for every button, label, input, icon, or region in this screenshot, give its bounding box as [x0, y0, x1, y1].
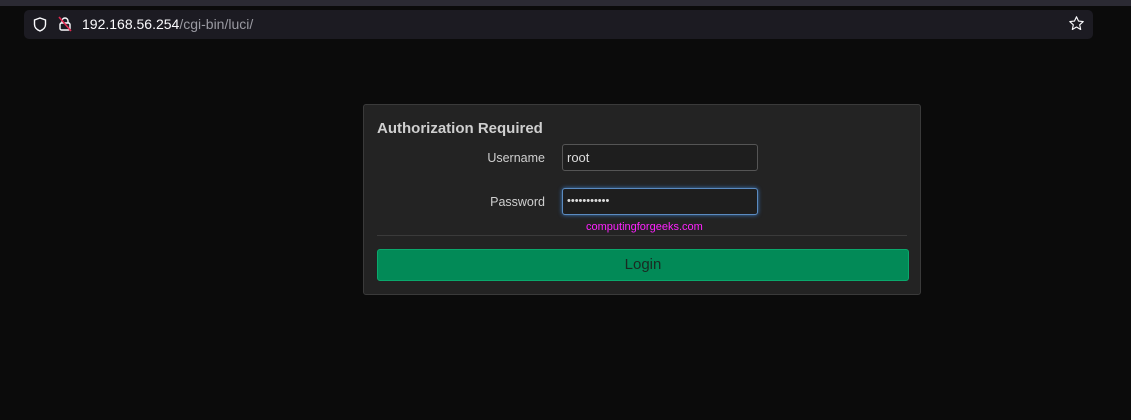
browser-tab-strip — [0, 0, 1131, 6]
url-host: 192.168.56.254 — [82, 16, 180, 32]
divider — [377, 235, 907, 236]
url-text[interactable]: 192.168.56.254/cgi-bin/luci/ — [82, 16, 253, 32]
username-label: Username — [487, 151, 545, 165]
watermark: computingforgeeks.com — [586, 221, 703, 233]
url-path: /cgi-bin/luci/ — [179, 16, 254, 32]
panel-title: Authorization Required — [377, 120, 543, 137]
password-label: Password — [490, 195, 545, 209]
insecure-lock-icon[interactable] — [58, 16, 72, 37]
star-icon[interactable] — [1068, 15, 1085, 37]
login-panel: Authorization Required Username root Pas… — [363, 104, 921, 295]
username-input[interactable]: root — [562, 144, 758, 171]
shield-icon[interactable] — [33, 17, 47, 37]
password-input[interactable]: ••••••••••• — [562, 188, 758, 215]
address-bar[interactable]: 192.168.56.254/cgi-bin/luci/ — [24, 10, 1093, 39]
login-button[interactable]: Login — [377, 249, 909, 281]
